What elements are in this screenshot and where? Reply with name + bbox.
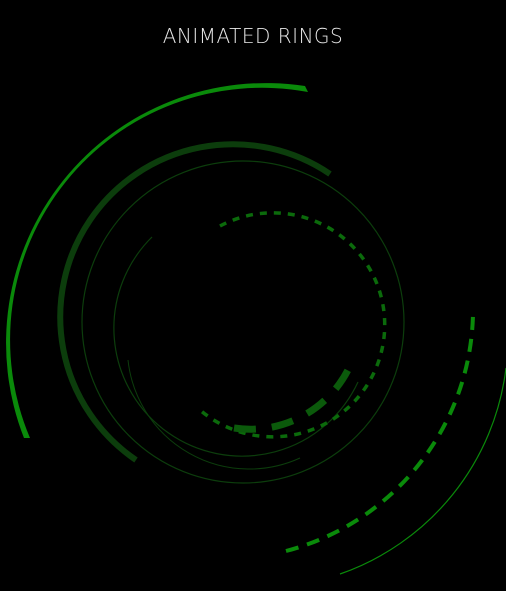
- outer-dashed-arc: [285, 313, 475, 553]
- inner-dashed-ring: [198, 211, 387, 439]
- outer-thick-arc: [6, 83, 308, 438]
- inner-thin-ring: [113, 236, 359, 457]
- outer-thin-arc: [339, 367, 506, 575]
- middle-ring-left-arc: [57, 141, 332, 463]
- animated-rings-stage: ANIMATED RINGS: [0, 0, 506, 591]
- rings-canvas: [6, 83, 506, 575]
- middle-ring-outline: [81, 160, 405, 484]
